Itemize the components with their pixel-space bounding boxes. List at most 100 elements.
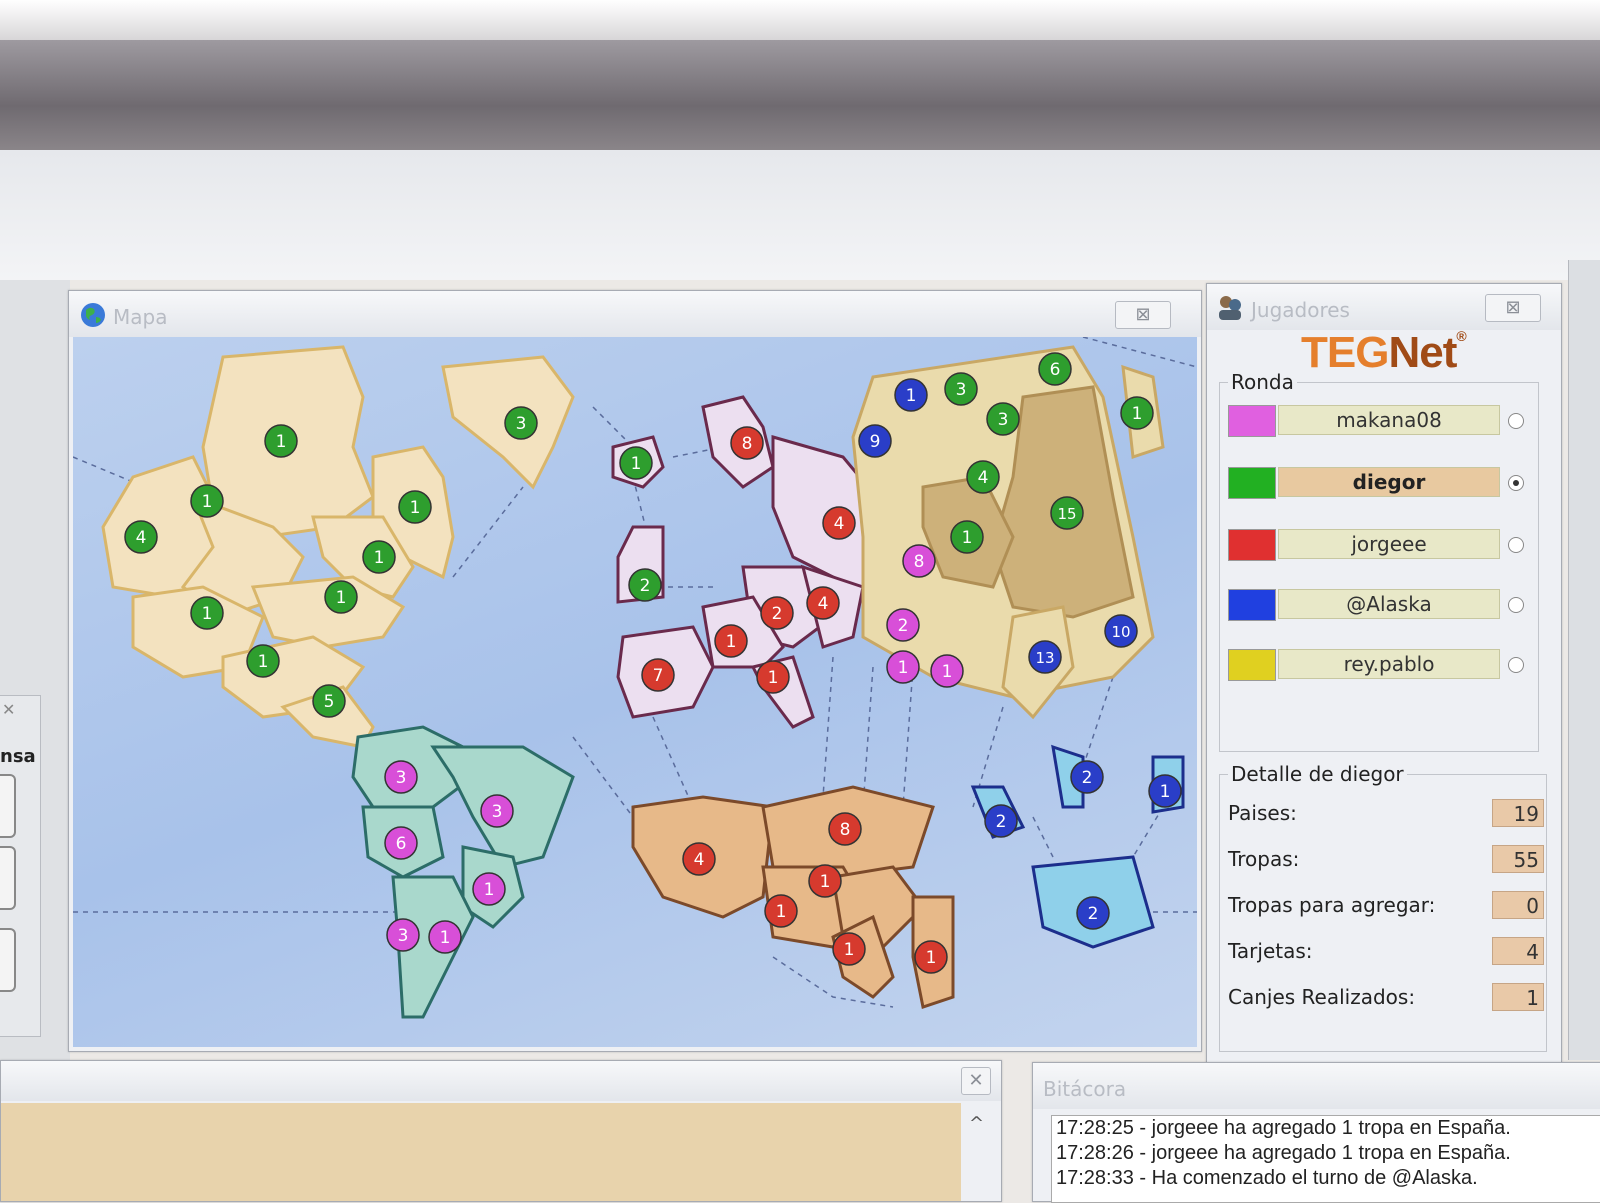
army-marker[interactable]: 1 xyxy=(1148,774,1182,808)
army-count: 1 xyxy=(844,940,855,960)
army-marker[interactable]: 2 xyxy=(886,608,920,642)
world-map[interactable]: 1 1 4 1 1 1 1 1 5 3 1 2 3 3 6 1 3 1 8 4 2 4 1 7 1 8 2 1 1 1 9 3 6 3 4 1 15 1 1… xyxy=(73,337,1197,1047)
map-close-button[interactable]: ⊠ xyxy=(1115,301,1171,329)
army-count: 4 xyxy=(818,594,829,614)
army-marker[interactable]: 3 xyxy=(480,794,514,828)
army-marker[interactable]: 15 xyxy=(1050,496,1084,530)
player-radio[interactable] xyxy=(1508,475,1524,491)
army-marker[interactable]: 4 xyxy=(682,842,716,876)
army-count: 1 xyxy=(1160,782,1171,802)
army-marker[interactable]: 8 xyxy=(730,426,764,460)
army-count: 6 xyxy=(1050,360,1061,380)
army-marker[interactable]: 1 xyxy=(894,378,928,412)
army-marker[interactable]: 3 xyxy=(944,372,978,406)
side-button-1[interactable] xyxy=(0,774,16,838)
army-marker[interactable]: 2 xyxy=(628,568,662,602)
army-marker[interactable]: 1 xyxy=(886,650,920,684)
log-list[interactable]: 17:28:25 - jorgeee ha agregado 1 tropa e… xyxy=(1051,1115,1600,1203)
army-marker[interactable]: 1 xyxy=(756,660,790,694)
detail-row: Tropas: 55 xyxy=(1228,843,1544,879)
army-marker[interactable]: 1 xyxy=(190,596,224,630)
player-row[interactable]: rey.pablo xyxy=(1228,647,1528,681)
army-marker[interactable]: 4 xyxy=(124,520,158,554)
army-count: 6 xyxy=(396,834,407,854)
map-titlebar[interactable]: Mapa ⊠ xyxy=(69,291,1201,337)
chat-titlebar[interactable]: ✕ xyxy=(1,1061,1001,1101)
detail-row: Tarjetas: 4 xyxy=(1228,935,1544,971)
army-count: 3 xyxy=(998,410,1009,430)
army-count: 1 xyxy=(942,662,953,682)
army-marker[interactable]: 4 xyxy=(966,460,1000,494)
army-marker[interactable]: 2 xyxy=(984,804,1018,838)
army-marker[interactable]: 4 xyxy=(822,506,856,540)
army-marker[interactable]: 4 xyxy=(806,586,840,620)
army-marker[interactable]: 8 xyxy=(902,544,936,578)
player-row[interactable]: @Alaska xyxy=(1228,587,1528,621)
army-marker[interactable]: 3 xyxy=(386,918,420,952)
army-marker[interactable]: 3 xyxy=(504,406,538,440)
player-radio[interactable] xyxy=(1508,413,1524,429)
player-radio[interactable] xyxy=(1508,537,1524,553)
army-marker[interactable]: 1 xyxy=(362,540,396,574)
army-marker[interactable]: 1 xyxy=(264,424,298,458)
army-marker[interactable]: 6 xyxy=(1038,352,1072,386)
army-marker[interactable]: 1 xyxy=(832,932,866,966)
chat-close-button[interactable]: ✕ xyxy=(961,1067,991,1095)
army-marker[interactable]: 8 xyxy=(828,812,862,846)
close-icon[interactable]: ✕ xyxy=(2,700,15,719)
africa xyxy=(631,785,955,1009)
army-marker[interactable]: 1 xyxy=(930,654,964,688)
army-marker[interactable]: 1 xyxy=(619,446,653,480)
army-marker[interactable]: 1 xyxy=(246,644,280,678)
army-marker[interactable]: 1 xyxy=(714,624,748,658)
army-marker[interactable]: 1 xyxy=(190,484,224,518)
army-marker[interactable]: 1 xyxy=(398,490,432,524)
player-row[interactable]: diegor xyxy=(1228,465,1528,499)
player-row[interactable]: makana08 xyxy=(1228,403,1528,437)
players-close-button[interactable]: ⊠ xyxy=(1485,294,1541,322)
chat-area[interactable] xyxy=(1,1103,961,1201)
side-button-2[interactable] xyxy=(0,846,16,910)
player-row[interactable]: jorgeee xyxy=(1228,527,1528,561)
army-count: 5 xyxy=(324,692,335,712)
army-marker[interactable]: 13 xyxy=(1028,640,1062,674)
army-marker[interactable]: 5 xyxy=(312,684,346,718)
army-marker[interactable]: 7 xyxy=(641,658,675,692)
players-titlebar[interactable]: Jugadores ⊠ xyxy=(1207,284,1561,330)
detail-value: 55 xyxy=(1492,845,1544,873)
army-marker[interactable]: 1 xyxy=(324,580,358,614)
detail-row: Paises: 19 xyxy=(1228,797,1544,833)
player-radio[interactable] xyxy=(1508,597,1524,613)
army-marker[interactable]: 3 xyxy=(986,402,1020,436)
army-marker[interactable]: 1 xyxy=(472,872,506,906)
army-marker[interactable]: 2 xyxy=(760,596,794,630)
army-marker[interactable]: 9 xyxy=(858,424,892,458)
army-marker[interactable]: 1 xyxy=(914,940,948,974)
map-title: Mapa xyxy=(113,305,168,329)
log-line: 17:28:26 - jorgeee ha agregado 1 tropa e… xyxy=(1056,1142,1511,1164)
player-radio[interactable] xyxy=(1508,657,1524,673)
right-side-panel xyxy=(1568,260,1600,1060)
army-marker[interactable]: 1 xyxy=(1120,396,1154,430)
army-marker[interactable]: 1 xyxy=(808,864,842,898)
army-count: 4 xyxy=(694,850,705,870)
army-marker[interactable]: 10 xyxy=(1104,614,1138,648)
detail-group: Detalle de diegor Paises: 19 Tropas: 55 Trop… xyxy=(1219,762,1547,1052)
army-marker[interactable]: 1 xyxy=(428,920,462,954)
army-count: 8 xyxy=(914,552,925,572)
army-marker[interactable]: 1 xyxy=(764,894,798,928)
army-marker[interactable]: 1 xyxy=(950,520,984,554)
army-count: 1 xyxy=(1132,404,1143,424)
side-button-3[interactable] xyxy=(0,928,16,992)
army-count: 2 xyxy=(772,604,783,624)
army-marker[interactable]: 6 xyxy=(384,826,418,860)
army-marker[interactable]: 2 xyxy=(1076,896,1110,930)
log-titlebar[interactable]: Bitácora xyxy=(1033,1063,1600,1109)
scroll-up-icon[interactable]: ^ xyxy=(969,1113,984,1134)
detail-row: Tropas para agregar: 0 xyxy=(1228,889,1544,925)
army-marker[interactable]: 3 xyxy=(384,760,418,794)
army-count: 3 xyxy=(956,380,967,400)
detail-row: Canjes Realizados: 1 xyxy=(1228,981,1544,1017)
army-marker[interactable]: 2 xyxy=(1070,760,1104,794)
army-count: 2 xyxy=(640,576,651,596)
